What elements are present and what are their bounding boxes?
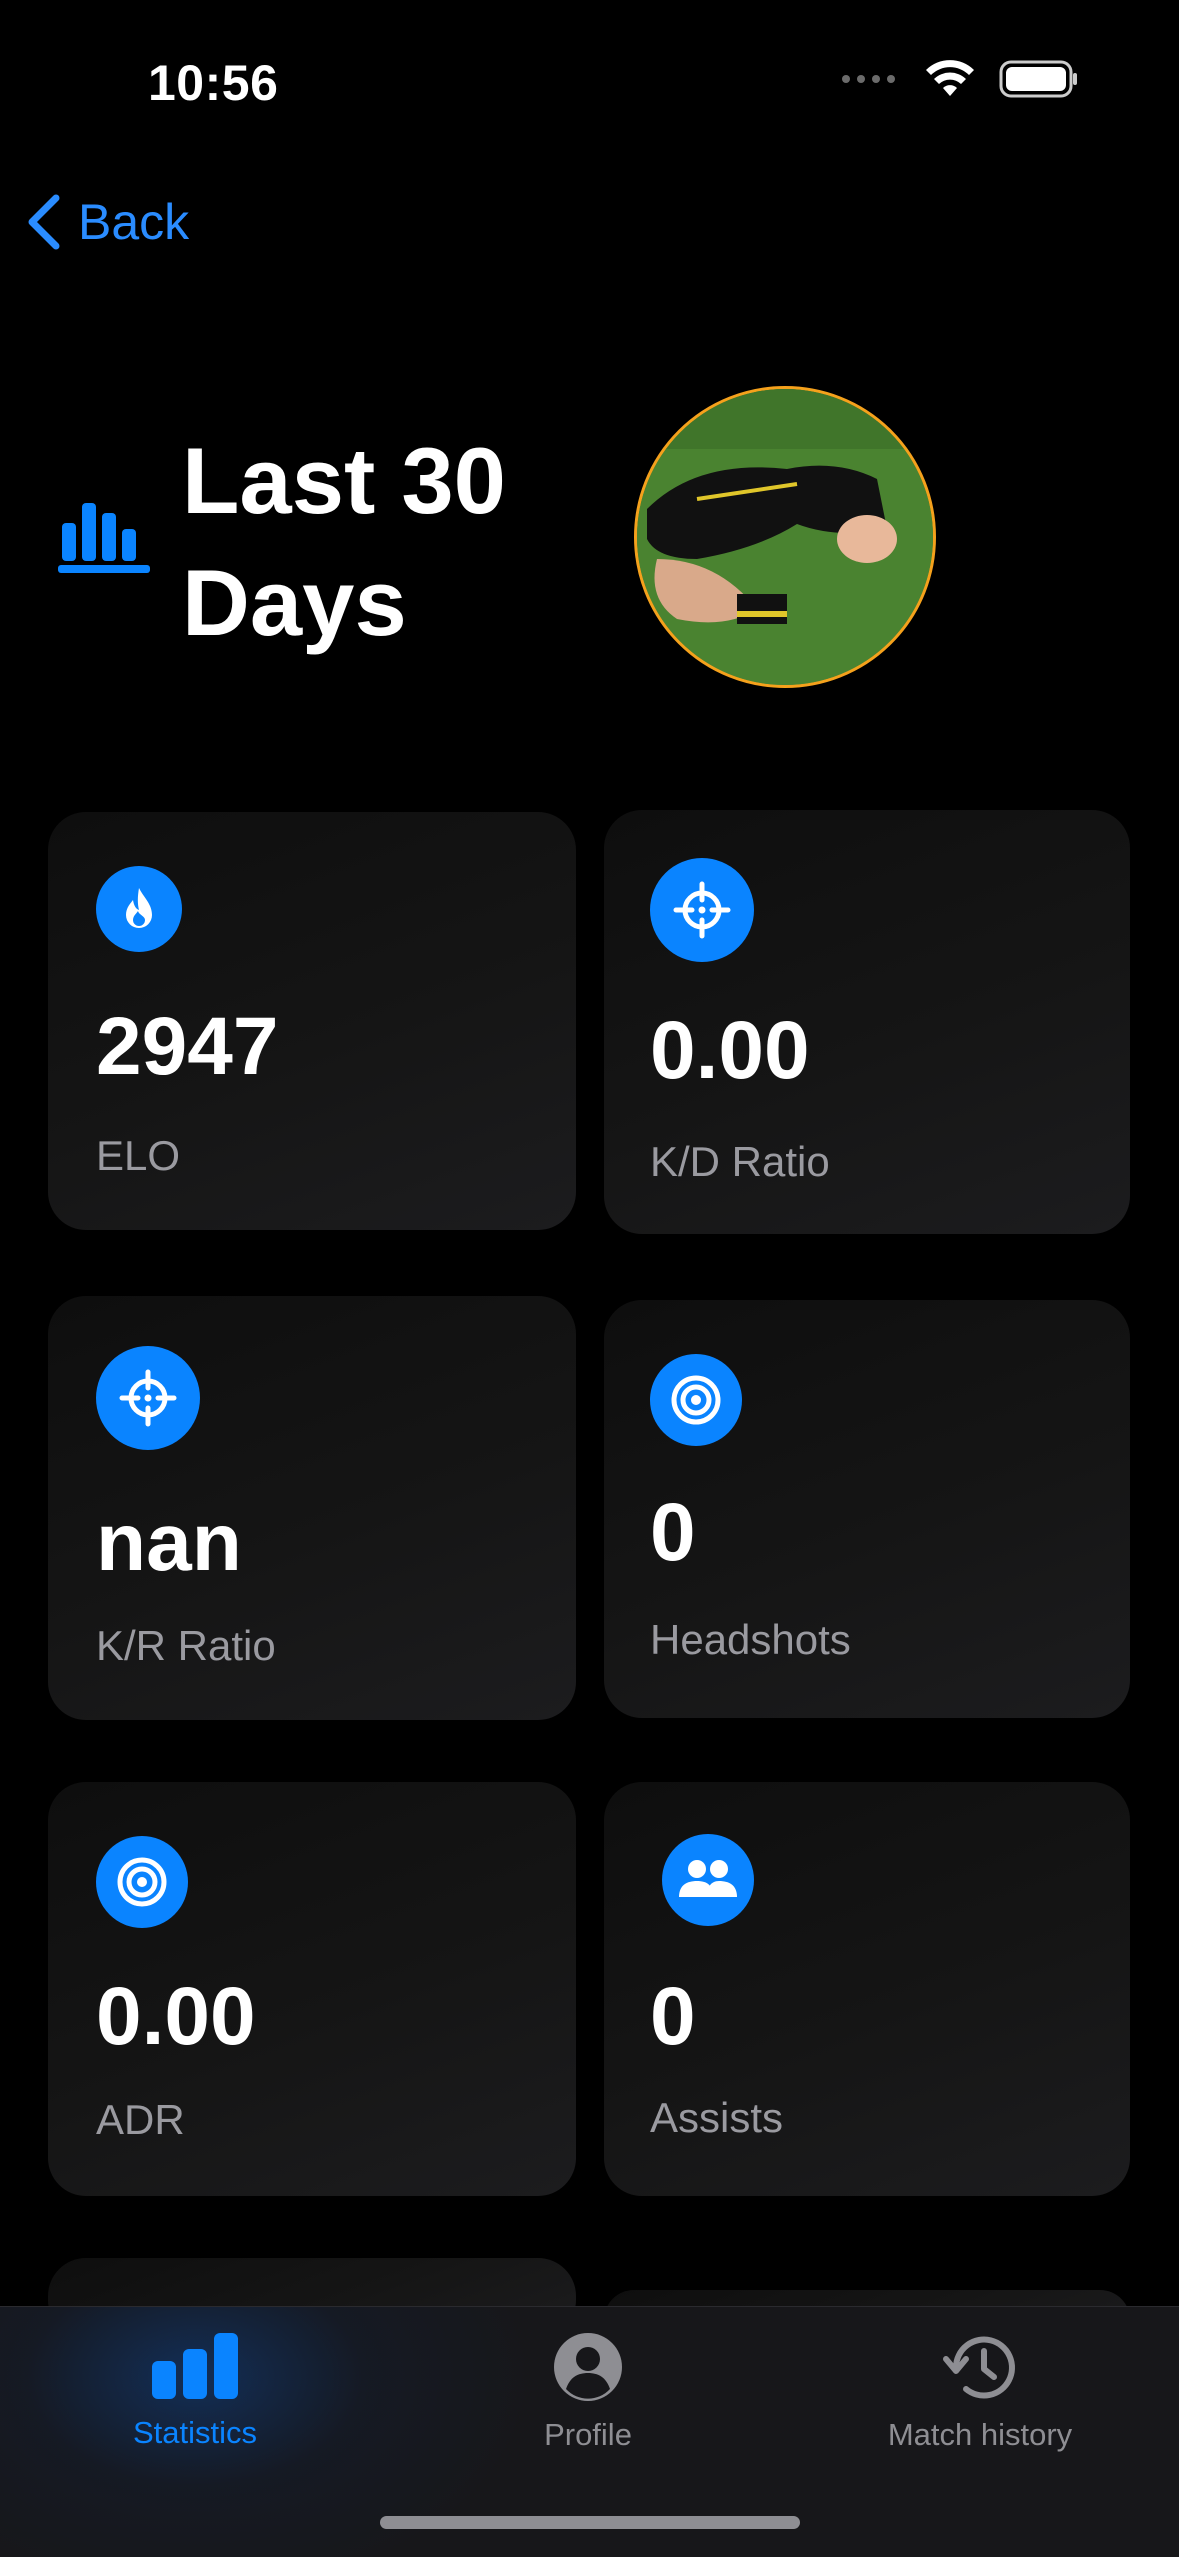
people-icon xyxy=(662,1834,754,1926)
stat-card-headshots[interactable]: 0 Headshots xyxy=(604,1300,1130,1718)
avatar-image xyxy=(637,389,933,685)
stat-label: ADR xyxy=(96,2096,185,2143)
wifi-icon xyxy=(926,60,974,96)
home-indicator xyxy=(380,2516,800,2529)
tab-label: Match history xyxy=(887,2417,1073,2452)
battery-icon xyxy=(999,60,1077,98)
stat-value: nan xyxy=(96,1497,242,1588)
stat-label: K/R Ratio xyxy=(96,1622,276,1669)
back-button[interactable]: Back xyxy=(24,192,189,252)
stat-card-kr-ratio[interactable]: nan K/R Ratio xyxy=(48,1296,576,1720)
stat-value: 0 xyxy=(650,1487,696,1578)
status-icons xyxy=(841,60,1079,98)
stat-label: K/D Ratio xyxy=(650,1138,830,1185)
stat-value: 0.00 xyxy=(96,1971,256,2062)
stat-value: 0 xyxy=(650,1971,696,2062)
back-label: Back xyxy=(78,194,190,250)
page-title: Last 30 Days xyxy=(182,428,506,655)
stat-label: Headshots xyxy=(650,1616,851,1663)
chevron-left-icon xyxy=(28,194,60,250)
stat-card-assists[interactable]: 0 Assists xyxy=(604,1782,1130,2196)
crosshair-icon xyxy=(650,858,754,962)
tab-profile[interactable]: Profile xyxy=(428,2331,748,2453)
flame-icon xyxy=(96,866,182,952)
stat-value: 0.00 xyxy=(650,1005,810,1096)
tab-label: Profile xyxy=(544,2417,632,2452)
stat-card-elo[interactable]: 2947 ELO xyxy=(48,812,576,1230)
tab-statistics[interactable]: Statistics xyxy=(35,2331,355,2451)
avatar[interactable] xyxy=(634,386,936,688)
stat-card-adr[interactable]: 0.00 ADR xyxy=(48,1782,576,2196)
crosshair-icon xyxy=(96,1346,200,1450)
history-clock-icon xyxy=(943,2336,1015,2399)
target-icon xyxy=(650,1354,742,1446)
chart-bar-icon xyxy=(58,503,150,573)
signal-dots-icon xyxy=(842,75,895,83)
tab-match-history[interactable]: Match history xyxy=(820,2331,1140,2453)
target-icon xyxy=(96,1836,188,1928)
status-time: 10:56 xyxy=(148,55,279,111)
stat-label: Assists xyxy=(650,2094,784,2141)
tab-label: Statistics xyxy=(132,2415,258,2450)
chart-bar-icon xyxy=(152,2333,238,2399)
person-circle-icon xyxy=(554,2333,622,2401)
stat-card-kd-ratio[interactable]: 0.00 K/D Ratio xyxy=(604,810,1130,1234)
stat-value: 2947 xyxy=(96,1001,279,1092)
stat-label: ELO xyxy=(96,1132,181,1179)
